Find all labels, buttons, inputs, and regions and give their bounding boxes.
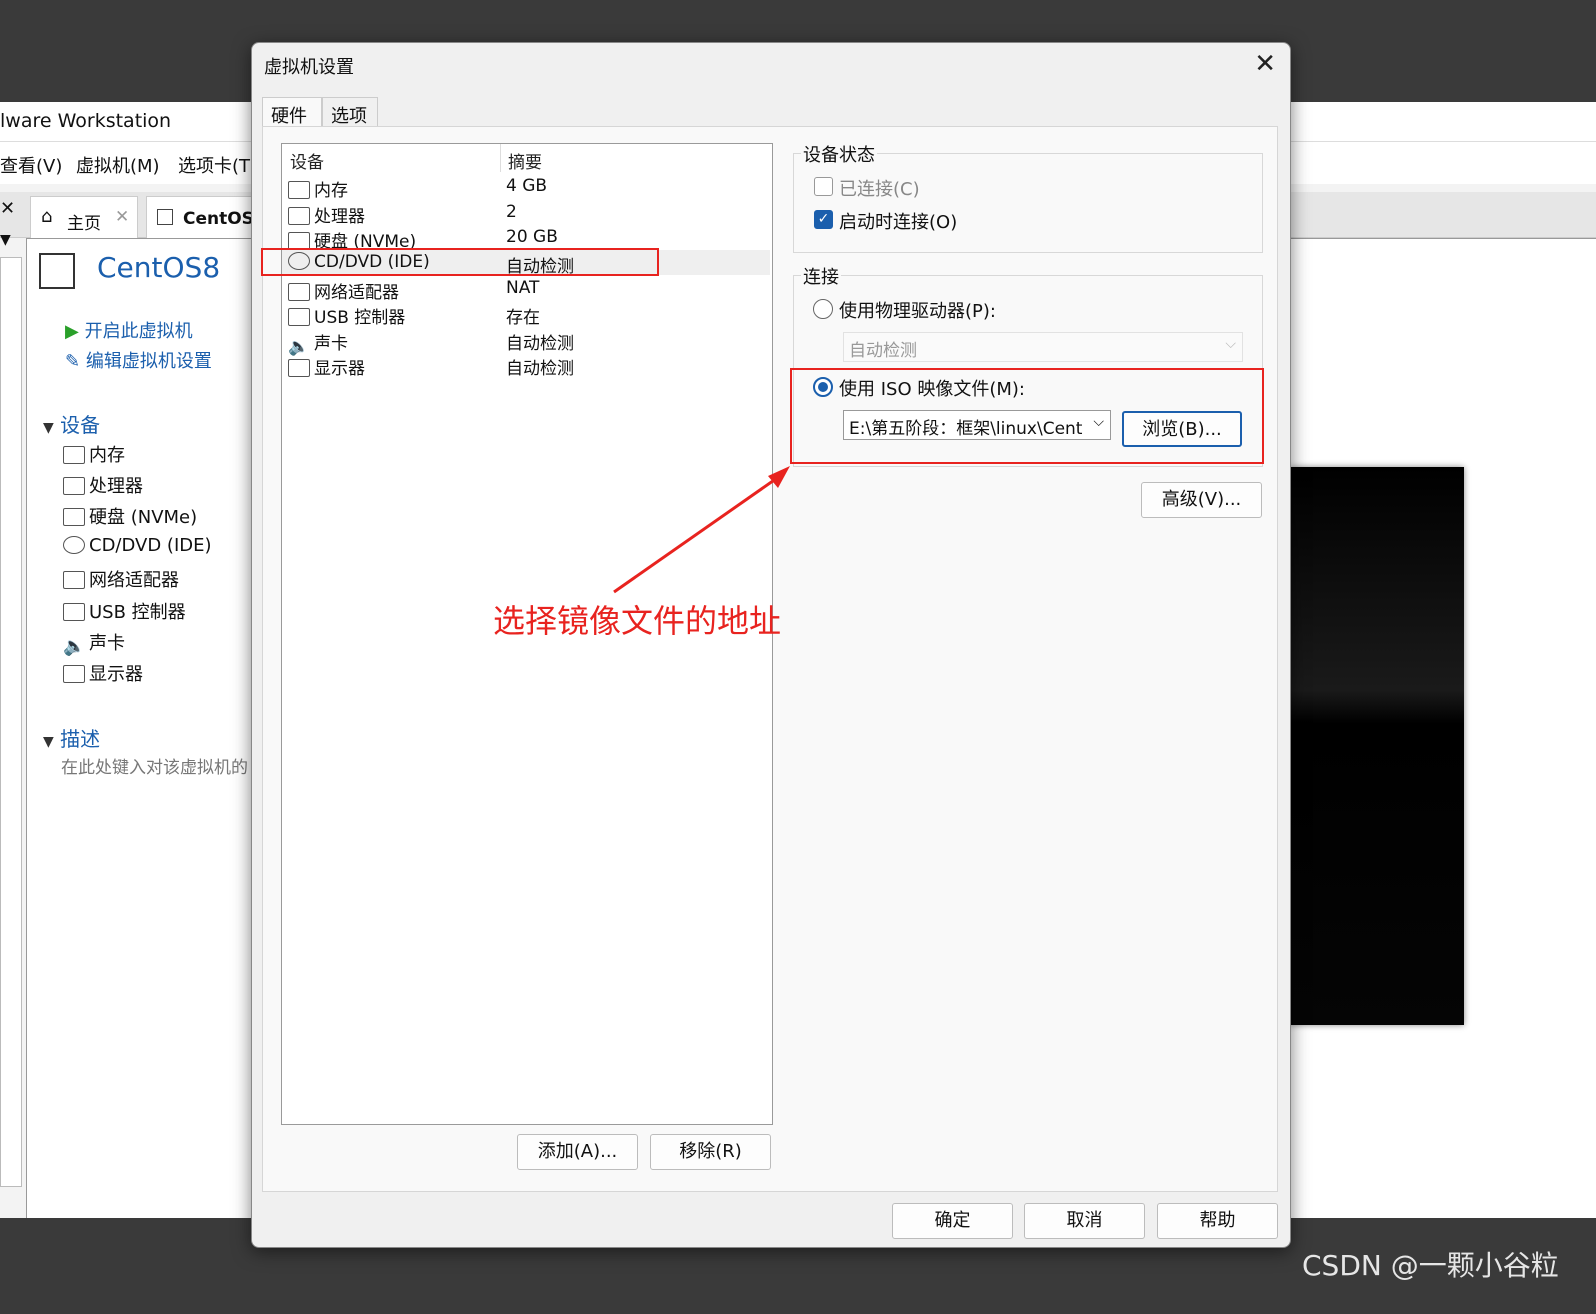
- annotation-arrow: [613, 466, 790, 594]
- annotation-text: 选择镜像文件的地址: [493, 602, 782, 640]
- watermark: CSDN @一颗小谷粒: [1302, 1249, 1559, 1282]
- arrow-head-icon: [768, 466, 790, 488]
- arrow-shaft: [613, 474, 781, 594]
